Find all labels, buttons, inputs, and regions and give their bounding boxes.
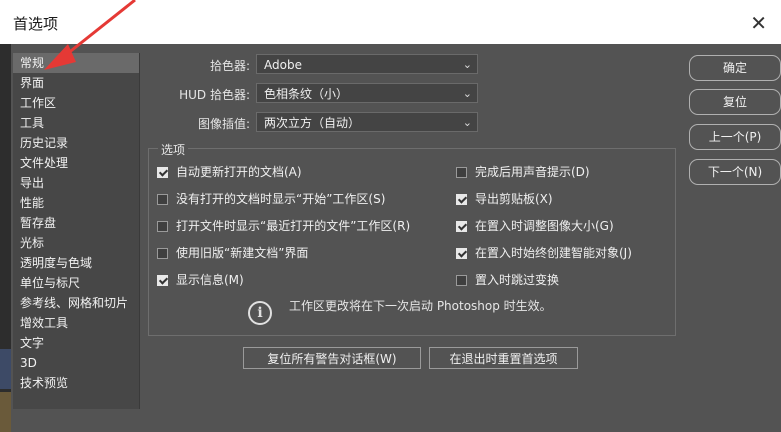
sidebar-item-export[interactable]: 导出 (13, 173, 139, 193)
color-picker-value: Adobe (264, 58, 302, 72)
option-show-start-workspace[interactable]: 没有打开的文档时显示“开始”工作区(S) (157, 191, 385, 207)
checkbox-icon[interactable] (456, 248, 467, 259)
color-picker-label: 拾色器: (209, 59, 250, 73)
option-label: 使用旧版“新建文档”界面 (176, 246, 309, 260)
chevron-down-icon: ⌄ (462, 116, 472, 129)
hud-color-picker-value: 色相条纹（小） (264, 87, 349, 101)
hud-color-picker-select[interactable]: 色相条纹（小） ⌄ (256, 83, 478, 103)
sidebar-item-interface[interactable]: 界面 (13, 73, 139, 93)
reset-button[interactable]: 复位 (689, 89, 781, 115)
option-show-recent-files[interactable]: 打开文件时显示“最近打开的文件”工作区(R) (157, 218, 410, 234)
previous-button[interactable]: 上一个(P) (689, 124, 781, 150)
option-label: 没有打开的文档时显示“开始”工作区(S) (176, 192, 386, 206)
options-group-title: 选项 (158, 141, 189, 158)
chevron-down-icon: ⌄ (462, 58, 472, 71)
sidebar-item-history[interactable]: 历史记录 (13, 133, 139, 153)
hud-color-picker-label: HUD 拾色器: (179, 88, 250, 102)
option-label: 显示信息(M) (176, 273, 244, 287)
sidebar-item-tools[interactable]: 工具 (13, 113, 139, 133)
sidebar: 常规 界面 工作区 工具 历史记录 文件处理 导出 性能 暂存盘 光标 透明度与… (13, 53, 140, 409)
checkbox-icon[interactable] (157, 221, 168, 232)
option-label: 在置入时始终创建智能对象(J) (475, 246, 632, 260)
sidebar-item-plugins[interactable]: 增效工具 (13, 313, 139, 333)
option-resize-on-place[interactable]: 在置入时调整图像大小(G) (456, 218, 614, 234)
option-show-tooltips[interactable]: 显示信息(M) (157, 272, 244, 288)
chevron-down-icon: ⌄ (462, 87, 472, 100)
option-label: 置入时跳过变换 (475, 273, 560, 287)
sidebar-item-guides[interactable]: 参考线、网格和切片 (13, 293, 139, 313)
title-bar: 首选项 ✕ (0, 0, 781, 44)
checkbox-icon[interactable] (157, 167, 168, 178)
sidebar-item-workspace[interactable]: 工作区 (13, 93, 139, 113)
option-smart-object-on-place[interactable]: 在置入时始终创建智能对象(J) (456, 245, 632, 261)
option-label: 打开文件时显示“最近打开的文件”工作区(R) (176, 219, 411, 233)
image-interpolation-label: 图像插值: (197, 117, 250, 131)
sidebar-item-scratch-disks[interactable]: 暂存盘 (13, 213, 139, 233)
option-label: 完成后用声音提示(D) (475, 165, 590, 179)
checkbox-icon[interactable] (157, 275, 168, 286)
next-button[interactable]: 下一个(N) (689, 159, 781, 185)
sidebar-item-type[interactable]: 文字 (13, 333, 139, 353)
reset-warnings-button[interactable]: 复位所有警告对话框(W) (243, 347, 421, 369)
sidebar-item-cursors[interactable]: 光标 (13, 233, 139, 253)
option-legacy-new-doc[interactable]: 使用旧版“新建文档”界面 (157, 245, 308, 261)
checkbox-icon[interactable] (456, 275, 467, 286)
checkbox-icon[interactable] (456, 194, 467, 205)
checkbox-icon[interactable] (456, 221, 467, 232)
sidebar-item-performance[interactable]: 性能 (13, 193, 139, 213)
close-icon[interactable]: ✕ (750, 11, 767, 35)
checkbox-icon[interactable] (456, 167, 467, 178)
sidebar-item-transparency[interactable]: 透明度与色域 (13, 253, 139, 273)
option-label: 在置入时调整图像大小(G) (475, 219, 614, 233)
checkbox-icon[interactable] (157, 194, 168, 205)
option-auto-update-docs[interactable]: 自动更新打开的文档(A) (157, 164, 302, 180)
info-icon: i (248, 301, 272, 325)
image-interpolation-select[interactable]: 两次立方（自动） ⌄ (256, 112, 478, 132)
sidebar-item-tech-preview[interactable]: 技术预览 (13, 373, 139, 393)
sidebar-item-3d[interactable]: 3D (13, 353, 139, 373)
reset-prefs-on-quit-button[interactable]: 在退出时重置首选项 (429, 347, 578, 369)
option-label: 导出剪贴板(X) (475, 192, 553, 206)
option-export-clipboard[interactable]: 导出剪贴板(X) (456, 191, 553, 207)
checkbox-icon[interactable] (157, 248, 168, 259)
info-message: 工作区更改将在下一次启动 Photoshop 时生效。 (289, 299, 552, 313)
option-skip-transform[interactable]: 置入时跳过变换 (456, 272, 559, 288)
window-title: 首选项 (13, 15, 59, 33)
option-beep-when-done[interactable]: 完成后用声音提示(D) (456, 164, 590, 180)
color-picker-select[interactable]: Adobe ⌄ (256, 54, 478, 74)
option-label: 自动更新打开的文档(A) (176, 165, 302, 179)
ok-button[interactable]: 确定 (689, 55, 781, 81)
sidebar-item-general[interactable]: 常规 (13, 53, 139, 73)
sidebar-item-units[interactable]: 单位与标尺 (13, 273, 139, 293)
sidebar-item-file-handling[interactable]: 文件处理 (13, 153, 139, 173)
image-interpolation-value: 两次立方（自动） (264, 116, 361, 130)
background-strip (0, 44, 11, 432)
